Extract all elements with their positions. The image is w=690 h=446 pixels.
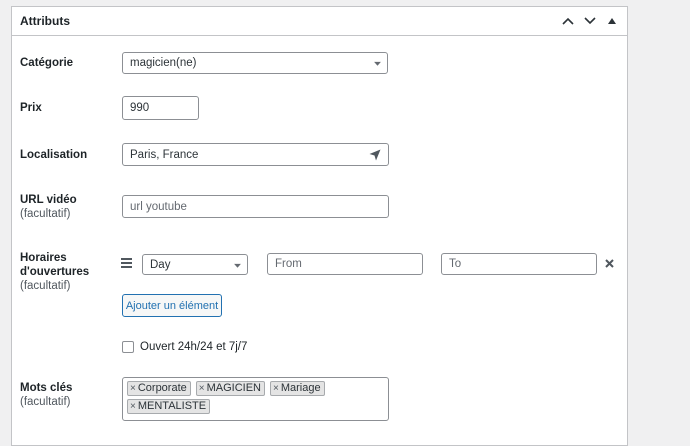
to-placeholder: To — [449, 258, 462, 270]
prix-label: Prix — [20, 101, 42, 115]
move-up-button[interactable] — [559, 11, 577, 31]
location-arrow-icon[interactable] — [369, 149, 381, 161]
remove-tag-icon[interactable]: × — [199, 382, 205, 395]
localisation-input-value: Paris, France — [130, 148, 199, 161]
tags-field[interactable]: × Corporate × MAGICIEN × Mariage × MENTALIST… — [122, 377, 389, 421]
dropdown-arrow-icon — [374, 61, 381, 66]
mots-cles-label-text: Mots clés — [20, 382, 73, 394]
from-placeholder: From — [275, 258, 302, 270]
url-video-placeholder: url youtube — [130, 200, 187, 213]
to-time-input[interactable]: To — [441, 253, 597, 275]
url-video-input[interactable]: url youtube — [122, 195, 389, 218]
categorie-select-value: magicien(ne) — [130, 57, 197, 69]
localisation-label: Localisation — [20, 148, 87, 162]
horaires-label-line1: Horaires — [20, 252, 67, 264]
caret-up-icon — [608, 18, 616, 24]
open-247-label: Ouvert 24h/24 et 7j/7 — [140, 341, 248, 353]
url-video-label-text: URL vidéo — [20, 194, 77, 206]
tag-chip: × Mariage — [270, 381, 325, 396]
prix-input-value: 990 — [130, 102, 150, 114]
panel-handles — [559, 11, 621, 31]
localisation-label-text: Localisation — [20, 149, 88, 161]
prix-input[interactable]: 990 — [122, 96, 199, 120]
prix-label-text: Prix — [20, 102, 42, 114]
attributes-panel: Attributs Catégorie magicien(ne) Prix 99… — [11, 6, 628, 446]
tag-label: Corporate — [137, 382, 187, 394]
horaires-label: Horaires d'ouvertures (facultatif) — [20, 251, 89, 293]
drag-handle-icon[interactable] — [121, 258, 132, 268]
add-element-button-label: Ajouter un élément — [125, 299, 219, 312]
toggle-panel-button[interactable] — [603, 11, 621, 31]
categorie-select[interactable]: magicien(ne) — [122, 52, 388, 74]
mots-cles-label: Mots clés (facultatif) — [20, 381, 72, 409]
panel-header: Attributs — [12, 7, 627, 36]
chevron-down-icon — [584, 17, 596, 25]
tag-chip: × Corporate — [127, 381, 191, 396]
tag-label: Mariage — [280, 382, 321, 394]
mots-cles-sublabel: (facultatif) — [20, 396, 71, 408]
horaires-label-line2: d'ouvertures — [20, 266, 90, 278]
from-time-input[interactable]: From — [267, 253, 423, 275]
tag-label: MAGICIEN — [206, 382, 262, 394]
tag-chip: × MENTALISTE — [127, 399, 211, 414]
remove-tag-icon[interactable]: × — [273, 382, 279, 395]
url-video-label: URL vidéo (facultatif) — [20, 193, 77, 221]
chevron-up-icon — [562, 17, 574, 25]
day-select[interactable]: Day — [142, 254, 248, 275]
localisation-input[interactable]: Paris, France — [122, 143, 389, 166]
tag-label: MENTALISTE — [137, 400, 207, 412]
open-247-checkbox[interactable] — [122, 341, 134, 353]
url-video-sublabel: (facultatif) — [20, 208, 71, 220]
remove-tag-icon[interactable]: × — [130, 400, 136, 413]
remove-row-icon[interactable] — [605, 259, 614, 268]
dropdown-arrow-icon — [234, 263, 241, 268]
tag-chip: × MAGICIEN — [195, 381, 266, 396]
move-down-button[interactable] — [581, 11, 599, 31]
day-select-value: Day — [150, 258, 171, 271]
add-element-button[interactable]: Ajouter un élément — [122, 294, 222, 317]
panel-title: Attributs — [20, 14, 70, 28]
categorie-label-text: Catégorie — [20, 57, 74, 69]
categorie-label: Catégorie — [20, 56, 73, 70]
remove-tag-icon[interactable]: × — [130, 382, 136, 395]
horaires-sublabel: (facultatif) — [20, 280, 71, 292]
